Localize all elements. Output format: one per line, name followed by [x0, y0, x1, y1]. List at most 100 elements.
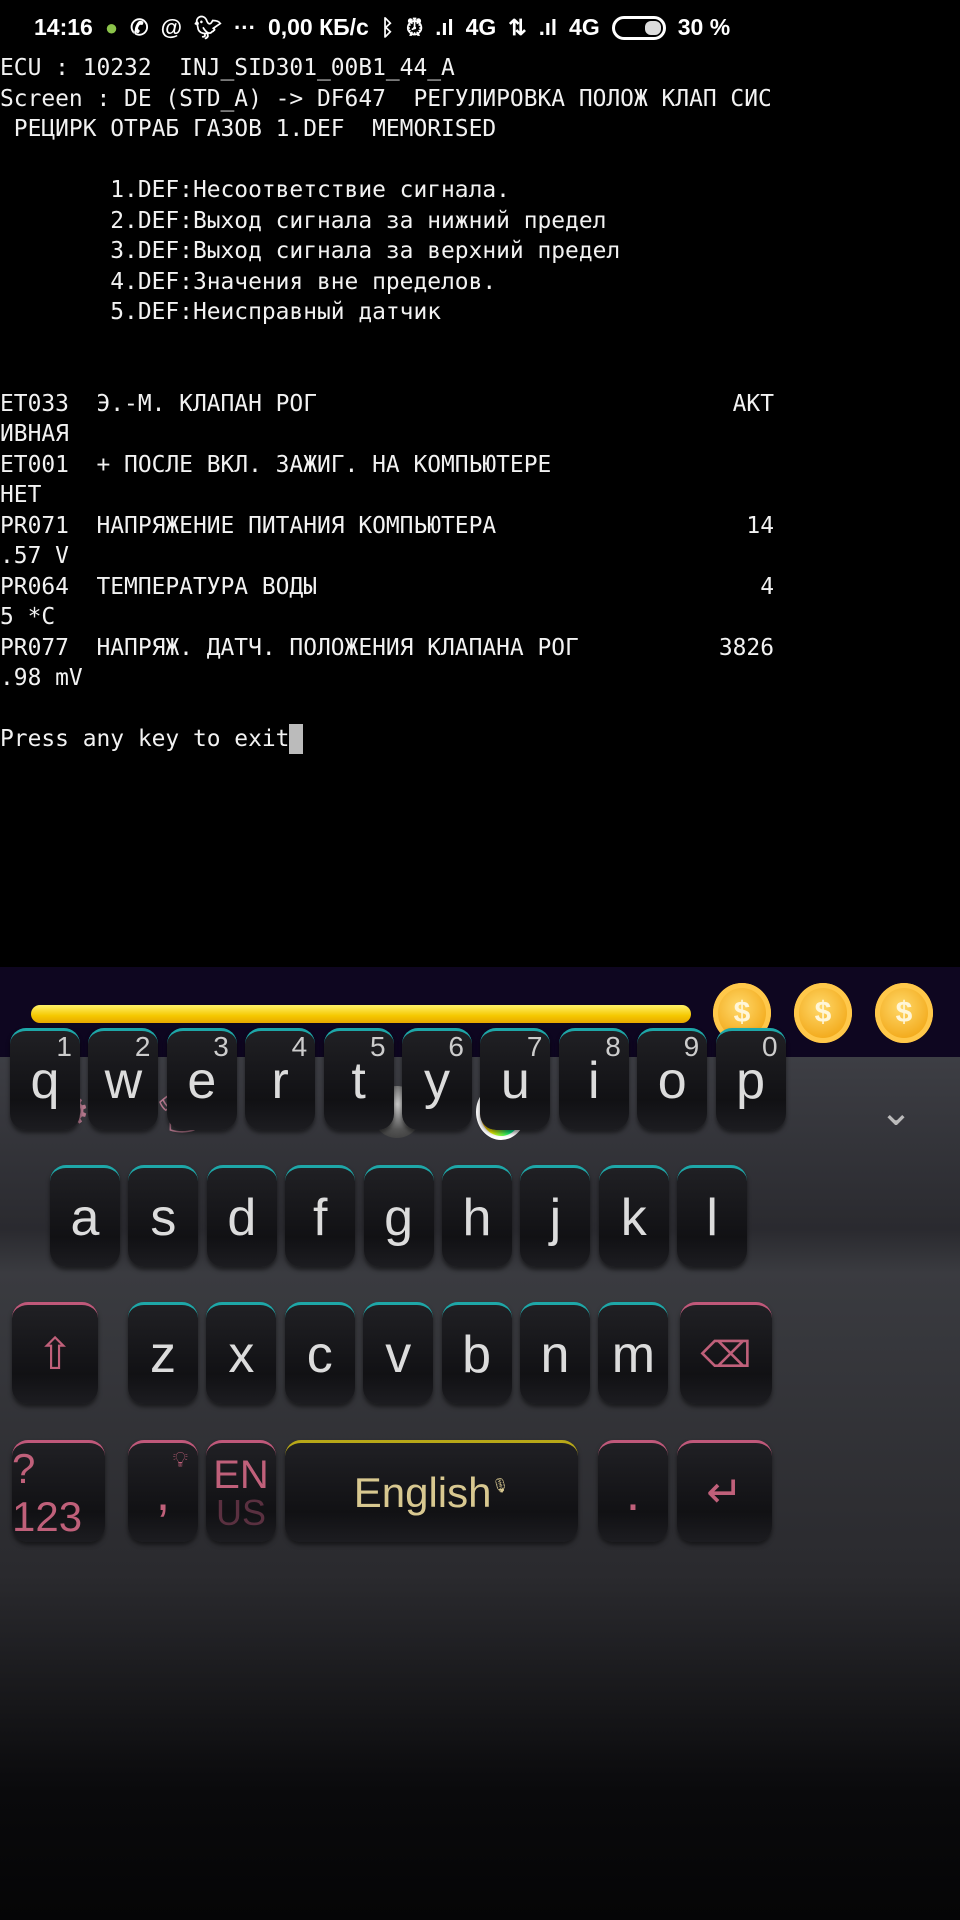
terminal-line-text: РЕЦИРК ОТРАБ ГАЗОВ 1.DEF MEMORISED [0, 116, 497, 142]
key-t[interactable]: t5 [323, 1028, 394, 1130]
terminal-line-text: Screen : DE (STD_A) -> DF647 РЕГУЛИРОВКА… [0, 85, 772, 112]
key-a[interactable]: a [50, 1165, 120, 1267]
key-label: u [500, 1051, 530, 1110]
key-label: . [625, 1463, 641, 1522]
key-j[interactable]: j [520, 1165, 591, 1267]
key-s[interactable]: s [128, 1165, 199, 1267]
terminal-line-text: 4.DEF:Значения вне пределов. [0, 268, 497, 295]
key-label: b [462, 1325, 492, 1384]
key-m[interactable]: m [598, 1302, 669, 1404]
terminal-line-text: 5.DEF:Неисправный датчик [0, 299, 442, 325]
key-label: e [187, 1051, 217, 1110]
key-label: j [549, 1188, 562, 1247]
mic-icon: 🎙︎ [491, 1477, 510, 1493]
notification-app-icon: ● [104, 14, 119, 40]
key-label: x [228, 1325, 255, 1384]
key-label: z [150, 1325, 176, 1384]
alarm-icon: ⏰︎ [406, 14, 424, 40]
lang-region: US [215, 1491, 266, 1533]
key-hint: 7 [526, 1031, 543, 1062]
key-w[interactable]: w2 [88, 1028, 159, 1130]
key-u[interactable]: u7 [480, 1028, 551, 1130]
key-label: c [306, 1325, 333, 1384]
key-label: p [736, 1051, 766, 1110]
terminal-line-text: PR071 НАПРЯЖЕНИЕ ПИТАНИЯ КОМПЬЮТЕРА [0, 512, 497, 539]
key-l[interactable]: l [677, 1165, 748, 1267]
key-b[interactable]: b [441, 1302, 512, 1404]
key-label: o [657, 1051, 687, 1110]
terminal-line: 4.DEF:Значения вне пределов. [0, 267, 774, 298]
key-hint: 2 [134, 1031, 151, 1062]
at-icon: @ [160, 14, 183, 40]
enter-key[interactable]: ↵ [677, 1440, 772, 1542]
terminal-line-text: .98 mV [0, 665, 83, 691]
key-c[interactable]: c [284, 1302, 355, 1404]
terminal-line-value: 14 [746, 512, 774, 539]
key-hint: 0 [762, 1031, 778, 1062]
terminal-line: .57 V [0, 541, 774, 572]
terminal-line: 5 *C [0, 602, 774, 633]
key-x[interactable]: x [206, 1302, 277, 1404]
terminal-line: ИВНАЯ [0, 419, 774, 450]
terminal-line-text: ECU : 10232 INJ_SID301_00B1_44_A [0, 55, 455, 81]
terminal-line: PR071 НАПРЯЖЕНИЕ ПИТАНИЯ КОМПЬЮТЕРА 14 [0, 511, 774, 542]
shift-key[interactable]: ⇧ [12, 1302, 98, 1404]
terminal-line: ET033 Э.-М. КЛАПАН РОГ АКТ [0, 389, 774, 420]
lightbulb-icon: 💡︎ [172, 1447, 188, 1472]
terminal-line-text: 2.DEF:Выход сигнала за нижний предел [0, 207, 607, 234]
key-o[interactable]: o9 [637, 1028, 708, 1130]
key-f[interactable]: f [285, 1165, 356, 1267]
enter-icon: ↵ [706, 1468, 743, 1517]
terminal-output[interactable]: ECU : 10232 INJ_SID301_00B1_44_A Screen :… [0, 53, 960, 755]
terminal-line: PR077 НАПРЯЖ. ДАТЧ. ПОЛОЖЕНИЯ КЛАПАНА РО… [0, 633, 774, 664]
text-cursor [289, 724, 304, 754]
collapse-chevron-icon[interactable]: ⌄ [871, 1087, 921, 1137]
key-label: v [385, 1325, 412, 1384]
backspace-key[interactable]: ⌫ [680, 1302, 772, 1404]
twitter-icon: 🐦︎ [194, 14, 222, 40]
language-key[interactable]: EN US [206, 1440, 276, 1542]
status-bar: 14:16 ● ✆ @ 🐦︎ ··· 0,00 КБ/с ᛒ ⏰︎ .ıl 4G… [0, 0, 960, 55]
terminal-line-text: ET033 Э.-М. КЛАПАН РОГ [0, 390, 317, 417]
key-d[interactable]: d [206, 1165, 277, 1267]
key-v[interactable]: v [363, 1302, 434, 1404]
terminal-line: Screen : DE (STD_A) -> DF647 РЕГУЛИРОВКА… [0, 84, 774, 115]
terminal-line: 1.DEF:Несоответствие сигнала. [0, 175, 774, 206]
key-g[interactable]: g [363, 1165, 434, 1267]
period-key[interactable]: . [598, 1440, 668, 1542]
lang-code: EN [213, 1452, 269, 1497]
key-q[interactable]: q1 [10, 1028, 80, 1130]
exit-prompt: Press any key to exit [0, 724, 774, 755]
prompt-text: Press any key to exit [0, 726, 290, 752]
key-label: g [384, 1188, 414, 1247]
terminal-line: 5.DEF:Неисправный датчик [0, 297, 774, 328]
key-label: t [351, 1051, 366, 1110]
coin-icon[interactable]: $ [875, 983, 933, 1043]
key-n[interactable]: n [520, 1302, 590, 1404]
key-e[interactable]: e3 [166, 1028, 237, 1130]
space-key[interactable]: English 🎙︎ [285, 1440, 578, 1542]
comma-key[interactable]: , 💡︎ [128, 1440, 198, 1542]
key-hint: 5 [370, 1031, 386, 1062]
key-y[interactable]: y6 [402, 1028, 472, 1130]
terminal-line-text: 5 *C [0, 604, 56, 630]
key-p[interactable]: p0 [715, 1028, 786, 1130]
signal-icon: .ıl [435, 14, 454, 40]
backspace-icon: ⌫ [700, 1333, 752, 1375]
key-hint: 3 [213, 1031, 229, 1062]
key-h[interactable]: h [442, 1165, 512, 1267]
terminal-line-text: 3.DEF:Выход сигнала за верхний предел [0, 238, 621, 264]
key-r[interactable]: r4 [245, 1028, 316, 1130]
battery-percent: 30 % [677, 14, 731, 40]
key-k[interactable]: k [598, 1165, 669, 1267]
more-icon: ··· [233, 14, 256, 40]
terminal-line-text: .57 V [0, 543, 69, 569]
key-i[interactable]: i8 [558, 1028, 629, 1130]
symbols-key[interactable]: ?123 [12, 1440, 105, 1542]
network-type: 4G [465, 14, 497, 40]
key-z[interactable]: z [128, 1302, 198, 1404]
coin-icon[interactable]: $ [794, 983, 852, 1043]
